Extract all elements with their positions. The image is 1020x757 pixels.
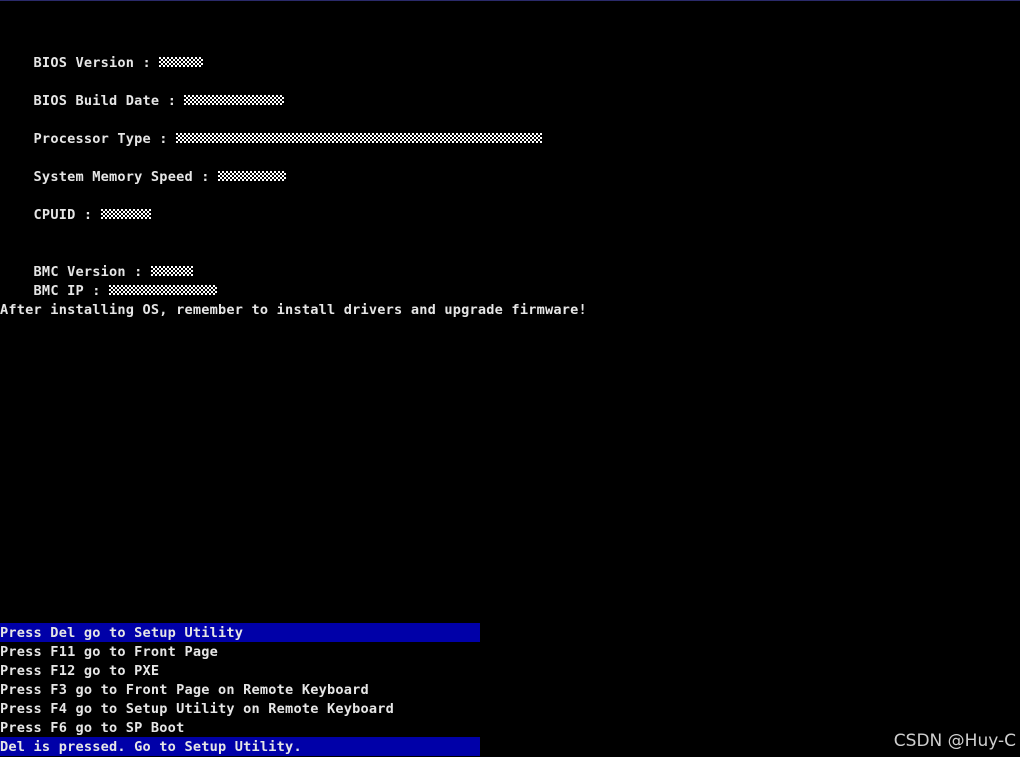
bios-version-redacted [159, 56, 204, 67]
hotkey-del-setup[interactable]: Press Del go to Setup Utility [0, 624, 243, 643]
bios-post-screen: BIOS Version : BIOS Build Date : Process… [0, 0, 1020, 757]
bios-build-date-line: BIOS Build Date : [0, 73, 285, 109]
hotkey-f12-pxe[interactable]: Press F12 go to PXE [0, 662, 159, 681]
bios-build-date-label: BIOS Build Date : [33, 93, 185, 109]
memory-speed-label: System Memory Speed : [33, 169, 218, 185]
bmc-ip-label: BMC IP : [33, 283, 110, 299]
status-message: Del is pressed. Go to Setup Utility. [0, 739, 302, 755]
cpuid-line: CPUID : [0, 187, 151, 223]
processor-type-redacted [176, 132, 543, 143]
bios-version-line: BIOS Version : [0, 35, 204, 71]
cpuid-redacted [100, 208, 151, 219]
memory-speed-line: System Memory Speed : [0, 149, 286, 185]
processor-type-label: Processor Type : [33, 131, 177, 147]
bios-build-date-redacted [184, 94, 285, 105]
memory-speed-redacted [218, 170, 286, 181]
processor-type-line: Processor Type : [0, 111, 543, 147]
hotkey-f11-front-page[interactable]: Press F11 go to Front Page [0, 643, 218, 662]
hotkey-f3-remote-front-page[interactable]: Press F3 go to Front Page on Remote Keyb… [0, 681, 369, 700]
hotkey-f4-remote-setup[interactable]: Press F4 go to Setup Utility on Remote K… [0, 700, 394, 719]
hotkey-f6-sp-boot[interactable]: Press F6 go to SP Boot [0, 719, 184, 738]
bmc-ip-redacted [109, 284, 218, 295]
bmc-version-line: BMC Version : [0, 244, 193, 280]
bios-version-label: BIOS Version : [33, 55, 160, 71]
cpuid-label: CPUID : [33, 207, 101, 223]
watermark: CSDN @Huy-C [893, 731, 1016, 751]
install-notice: After installing OS, remember to install… [0, 302, 587, 318]
bmc-ip-line: BMC IP : [0, 263, 218, 299]
